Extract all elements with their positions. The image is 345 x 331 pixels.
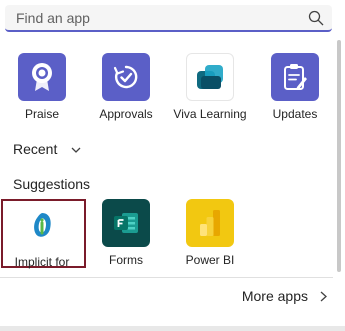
chevron-right-icon bbox=[320, 291, 327, 301]
chevron-down-icon bbox=[71, 147, 81, 154]
divider bbox=[0, 277, 333, 278]
app-forms[interactable]: Forms bbox=[86, 199, 166, 268]
viva-learning-icon bbox=[186, 53, 234, 101]
updates-clipboard-icon bbox=[271, 53, 319, 101]
app-flyout-panel: Praise Approvals Viva Learning bbox=[0, 0, 345, 331]
app-approvals[interactable]: Approvals bbox=[86, 53, 166, 122]
app-praise[interactable]: Praise bbox=[2, 53, 82, 122]
app-label: Implicit for bbox=[14, 255, 70, 269]
implicit-icon bbox=[18, 201, 66, 249]
more-apps-link[interactable]: More apps bbox=[242, 288, 327, 304]
app-label: Praise bbox=[24, 107, 59, 121]
search-input[interactable] bbox=[5, 5, 306, 30]
power-bi-icon bbox=[186, 199, 234, 247]
search-icon[interactable] bbox=[308, 10, 324, 26]
app-label: Updates bbox=[272, 107, 318, 121]
app-label: Viva Learning bbox=[173, 107, 247, 121]
suggestions-heading: Suggestions bbox=[13, 176, 91, 192]
recent-toggle[interactable]: Recent bbox=[13, 141, 81, 157]
app-label: Approvals bbox=[99, 107, 153, 121]
praise-ribbon-icon bbox=[18, 53, 66, 101]
app-label: Forms bbox=[109, 253, 143, 267]
search-box[interactable] bbox=[5, 5, 332, 32]
more-apps-label: More apps bbox=[241, 288, 308, 304]
app-updates[interactable]: Updates bbox=[255, 53, 335, 122]
app-implicit[interactable]: Implicit for bbox=[2, 201, 82, 270]
panel-bottom-edge bbox=[0, 326, 345, 331]
approvals-icon bbox=[102, 53, 150, 101]
scrollbar[interactable] bbox=[337, 40, 341, 272]
recent-label: Recent bbox=[13, 141, 58, 157]
forms-icon bbox=[102, 199, 150, 247]
app-power-bi[interactable]: Power BI bbox=[170, 199, 250, 268]
app-label: Power BI bbox=[185, 253, 235, 267]
app-viva-learning[interactable]: Viva Learning bbox=[170, 53, 250, 122]
